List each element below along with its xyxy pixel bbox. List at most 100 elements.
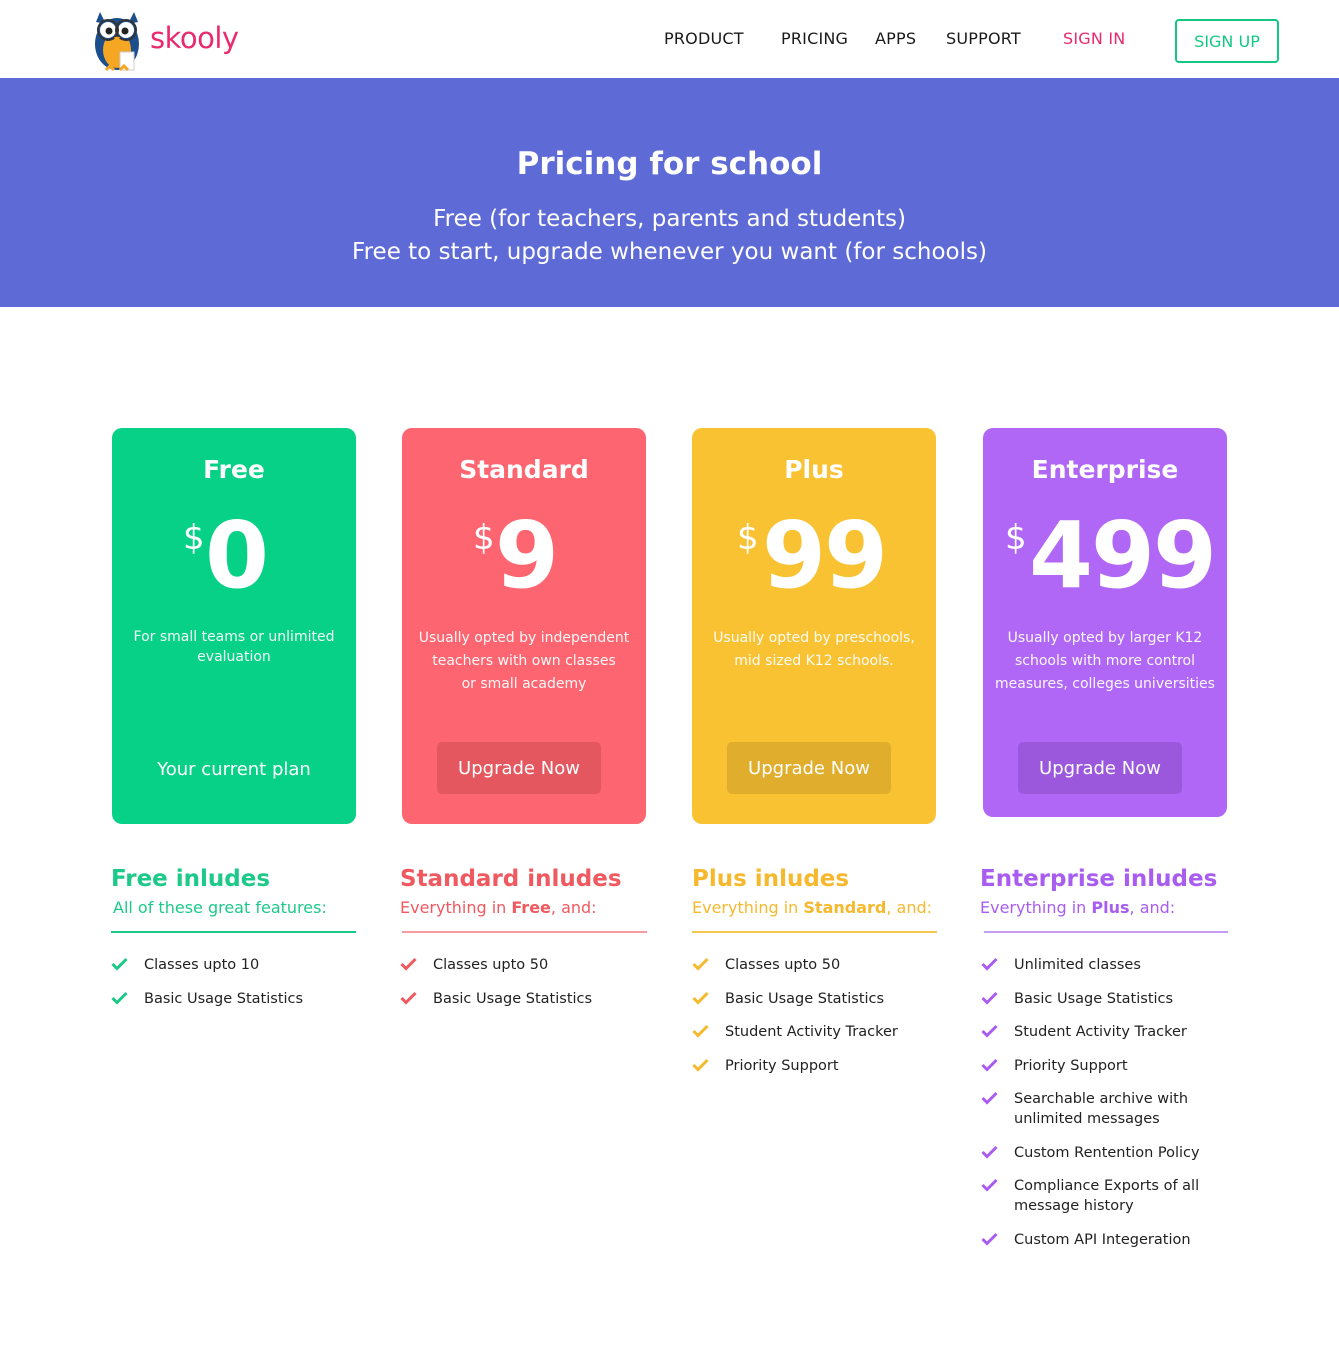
plan-price: $ 0	[112, 502, 356, 610]
hero-banner: Pricing for school Free (for teachers, p…	[0, 78, 1339, 307]
price-amount: 499	[1029, 502, 1217, 609]
section-title: Free inludes	[111, 866, 271, 892]
standard-includes-section: Standard inludes Everything in Free, and…	[400, 866, 647, 1022]
feature-item: Classes upto 50	[692, 955, 937, 975]
feature-item: Basic Usage Statistics	[692, 989, 937, 1009]
plan-description-line: evaluation	[197, 649, 271, 665]
plan-name: Standard	[459, 455, 589, 484]
plan-description-line: schools with more control	[1014, 653, 1196, 669]
section-subtitle: Everything in Free, and:	[400, 898, 647, 917]
feature-item: Classes upto 10	[111, 955, 356, 975]
feature-label-line: unlimited messages	[1014, 1111, 1160, 1127]
plus-includes-section: Plus inludes Everything in Standard, and…	[692, 866, 937, 1089]
nav-product[interactable]: PRODUCT	[664, 29, 744, 48]
upgrade-now-button[interactable]: Upgrade Now	[437, 742, 601, 794]
price-amount: 9	[495, 502, 559, 609]
currency-symbol: $	[737, 518, 759, 558]
plan-description: For small teams or unlimited evaluation	[126, 627, 342, 667]
check-icon	[981, 1058, 998, 1072]
feature-list: Classes upto 10 Basic Usage Statistics	[111, 955, 356, 1009]
check-icon	[692, 957, 709, 971]
feature-item: Basic Usage Statistics	[111, 989, 356, 1009]
feature-item: Basic Usage Statistics	[400, 989, 647, 1009]
plan-name: Free	[203, 455, 265, 484]
feature-label: Custom Rentention Policy	[1014, 1144, 1200, 1161]
check-icon	[400, 991, 417, 1005]
feature-item: Compliance Exports of all message histor…	[981, 1176, 1228, 1216]
section-title: Plus inludes	[692, 866, 850, 892]
plan-description-line: teachers with own classes	[432, 653, 616, 669]
hero-subtitle-line-2: Free to start, upgrade whenever you want…	[352, 239, 987, 265]
plan-name: Enterprise	[1031, 455, 1179, 484]
plan-description-line: Usually opted by preschools,	[713, 630, 915, 646]
plan-description: Usually opted by larger K12 schools with…	[989, 627, 1221, 696]
check-icon	[981, 1091, 998, 1105]
upgrade-now-button[interactable]: Upgrade Now	[727, 742, 891, 794]
feature-list: Classes upto 50 Basic Usage Statistics	[400, 955, 647, 1009]
subtitle-suffix: , and:	[550, 898, 597, 917]
subtitle-prefix: Everything in	[692, 898, 804, 917]
nav-pricing[interactable]: PRICING	[781, 29, 848, 48]
subtitle-plan-name: Free	[511, 898, 551, 917]
plan-price: $ 99	[692, 502, 936, 610]
sign-in-link[interactable]: SIGN IN	[1063, 29, 1125, 48]
section-subtitle: Everything in Plus, and:	[980, 898, 1228, 917]
feature-label: Classes upto 50	[725, 957, 841, 973]
plan-price: $ 499	[983, 502, 1227, 610]
page-title: Pricing for school	[516, 146, 823, 182]
feature-label: Priority Support	[725, 1057, 839, 1074]
check-icon	[981, 1145, 998, 1159]
check-icon	[981, 991, 998, 1005]
subtitle-prefix: Everything in	[400, 898, 512, 917]
check-icon	[981, 957, 998, 971]
section-subtitle: All of these great features:	[113, 898, 327, 917]
feature-item: Classes upto 50	[400, 955, 647, 975]
nav-support[interactable]: SUPPORT	[946, 29, 1021, 48]
check-icon	[111, 957, 128, 971]
enterprise-includes-section: Enterprise inludes Everything in Plus, a…	[980, 866, 1228, 1263]
plan-price: $ 9	[402, 502, 646, 610]
section-title: Standard inludes	[400, 866, 622, 892]
feature-item: Student Activity Tracker	[692, 1022, 937, 1042]
check-icon	[981, 1232, 998, 1246]
nav-apps[interactable]: APPS	[875, 29, 916, 48]
feature-label: Classes upto 10	[144, 957, 260, 973]
free-includes-section: Free inludes All of these great features…	[111, 866, 356, 1022]
feature-label: Basic Usage Statistics	[1014, 990, 1174, 1007]
feature-item: Custom API Integeration	[981, 1230, 1228, 1250]
plan-card-enterprise: Enterprise $ 499 Usually opted by larger…	[983, 428, 1227, 817]
section-divider	[111, 931, 356, 933]
plan-description-line: or small academy	[461, 676, 587, 692]
section-divider	[984, 931, 1228, 933]
plan-description-line: Usually opted by independent	[418, 630, 630, 646]
check-icon	[981, 1178, 998, 1192]
check-icon	[400, 957, 417, 971]
feature-label-line: Compliance Exports of all	[1014, 1178, 1200, 1194]
section-subtitle: Everything in Standard, and:	[692, 898, 937, 917]
feature-label: Priority Support	[1014, 1057, 1128, 1074]
check-icon	[692, 1058, 709, 1072]
feature-label: Basic Usage Statistics	[433, 990, 593, 1007]
plan-description: Usually opted by independent teachers wi…	[416, 627, 632, 696]
plan-card-plus: Plus $ 99 Usually opted by preschools, m…	[692, 428, 936, 824]
price-amount: 0	[205, 502, 269, 609]
plan-card-standard: Standard $ 9 Usually opted by independen…	[402, 428, 646, 824]
plan-description: Usually opted by preschools, mid sized K…	[706, 627, 922, 673]
feature-list: Classes upto 50 Basic Usage Statistics S…	[692, 955, 937, 1076]
brand-name[interactable]: skooly	[150, 21, 239, 55]
feature-item: Searchable archive with unlimited messag…	[981, 1089, 1228, 1129]
site-header: skooly PRODUCT PRICING APPS SUPPORT SIGN…	[0, 0, 1339, 78]
sign-up-button[interactable]: SIGN UP	[1175, 19, 1279, 63]
plan-description-line: Usually opted by larger K12	[1007, 630, 1203, 646]
subtitle-plan-name: Plus	[1091, 898, 1130, 917]
currency-symbol: $	[473, 518, 495, 558]
owl-logo-icon[interactable]	[86, 4, 148, 74]
upgrade-now-button[interactable]: Upgrade Now	[1018, 742, 1182, 794]
feature-label-line: Searchable archive with	[1014, 1091, 1189, 1107]
feature-item: Priority Support	[981, 1056, 1228, 1076]
feature-item: Basic Usage Statistics	[981, 989, 1228, 1009]
check-icon	[692, 1024, 709, 1038]
plan-description-line: mid sized K12 schools.	[734, 653, 894, 669]
feature-label: Basic Usage Statistics	[725, 990, 885, 1007]
plan-description-line: For small teams or unlimited	[133, 629, 335, 645]
